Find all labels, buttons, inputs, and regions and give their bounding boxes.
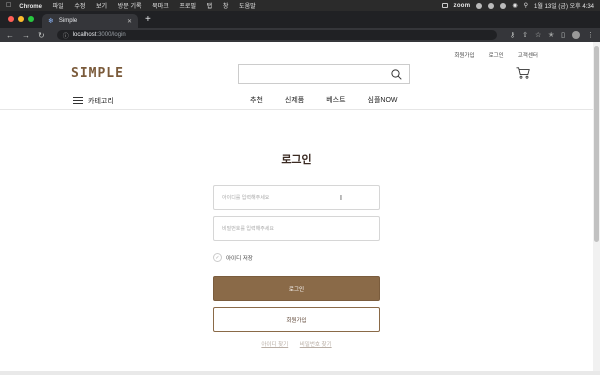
menu-tab[interactable]: 탭 xyxy=(207,4,213,10)
nav-best[interactable]: 베스트 xyxy=(326,95,345,105)
find-links: 아이디 찾기 비밀번호 찾기 xyxy=(0,340,593,348)
info-icon[interactable]: ⓘ xyxy=(63,31,69,40)
extensions-icon[interactable]: ✭ xyxy=(548,31,554,39)
url-path: :3000/login xyxy=(96,32,126,38)
signup-button[interactable]: 회원가입 xyxy=(213,307,380,332)
share-icon[interactable]: ⇧ xyxy=(522,31,528,39)
menu-app-name[interactable]: Chrome xyxy=(19,4,42,10)
nav-simple-now[interactable]: 심플NOW xyxy=(368,95,398,105)
remember-id-checkbox[interactable]: ✓ 아이디 저장 xyxy=(213,253,253,262)
hamburger-icon[interactable] xyxy=(73,95,83,106)
address-bar[interactable]: ⓘ localhost:3000/login xyxy=(56,30,497,40)
window-controls xyxy=(8,16,34,22)
key-icon[interactable]: ⚷ xyxy=(510,31,515,39)
text-cursor-icon: I xyxy=(340,195,342,202)
zoom-status[interactable]: zoom xyxy=(454,3,471,9)
login-button[interactable]: 로그인 xyxy=(213,276,380,301)
wifi-icon[interactable]: ◉ xyxy=(512,2,517,9)
minimize-window-button[interactable] xyxy=(18,16,24,22)
search-icon[interactable]: ⚲ xyxy=(524,2,528,9)
url-host: localhost xyxy=(72,32,97,38)
close-window-button[interactable] xyxy=(8,16,14,22)
nav-recommend[interactable]: 추천 xyxy=(250,95,263,105)
utility-links: 회원가입 로그인 고객센터 xyxy=(454,51,538,59)
toolbar-actions: ⚷ ⇧ ☆ ✭ ▯ ⋮ xyxy=(510,31,594,39)
tab-title: Simple xyxy=(58,18,78,24)
menu-file[interactable]: 파일 xyxy=(53,4,64,10)
find-password-link[interactable]: 비밀번호 찾기 xyxy=(300,342,332,348)
menu-bookmarks[interactable]: 북마크 xyxy=(152,4,169,10)
tab-strip: ❄ Simple ✕ + xyxy=(0,11,600,28)
macos-menu-bar:  Chrome 파일 수정 보기 방문 기록 북마크 프로필 탭 창 도움말 … xyxy=(0,0,600,11)
scrollbar-thumb[interactable] xyxy=(594,46,599,242)
reload-icon[interactable]: ↻ xyxy=(38,31,45,40)
menu-history[interactable]: 방문 기록 xyxy=(118,4,142,10)
close-tab-icon[interactable]: ✕ xyxy=(127,18,132,25)
zoom-window-button[interactable] xyxy=(28,16,34,22)
more-menu-icon[interactable]: ⋮ xyxy=(587,31,594,39)
back-icon[interactable]: ← xyxy=(6,31,14,40)
clock-text[interactable]: 1월 13일 (금) 오후 4:34 xyxy=(534,1,594,10)
window-bottom-edge xyxy=(0,371,600,375)
browser-toolbar: ← → ↻ ⓘ localhost:3000/login ⚷ ⇧ ☆ ✭ ▯ ⋮ xyxy=(0,28,600,42)
page-title: 로그인 xyxy=(281,154,312,166)
sidebar-icon[interactable]: ▯ xyxy=(561,31,565,39)
browser-tab[interactable]: ❄ Simple ✕ xyxy=(42,14,138,28)
screen-icon[interactable] xyxy=(441,3,448,8)
page-scrollbar[interactable] xyxy=(593,42,600,375)
favicon-icon: ❄ xyxy=(48,18,54,25)
password-field[interactable] xyxy=(213,216,380,241)
site-logo[interactable]: SIMPLE xyxy=(71,66,124,81)
status-area: zoom ◉ ⚲ 1월 13일 (금) 오후 4:34 xyxy=(441,1,594,10)
search-icon[interactable] xyxy=(391,69,402,80)
login-link[interactable]: 로그인 xyxy=(489,51,504,59)
cart-icon[interactable] xyxy=(516,67,530,79)
header-divider xyxy=(0,109,593,110)
email-field[interactable] xyxy=(213,185,380,210)
bookmark-star-icon[interactable]: ☆ xyxy=(535,31,541,39)
remember-label: 아이디 저장 xyxy=(226,255,253,262)
forward-icon[interactable]: → xyxy=(22,31,30,40)
new-tab-button[interactable]: + xyxy=(145,14,151,25)
profile-avatar[interactable] xyxy=(572,31,580,39)
menu-edit[interactable]: 수정 xyxy=(74,4,85,10)
status-icon[interactable] xyxy=(476,2,483,9)
menu-window[interactable]: 창 xyxy=(223,4,229,10)
category-menu[interactable]: 카테고리 xyxy=(73,95,114,106)
search-box[interactable] xyxy=(238,64,410,84)
nav-new[interactable]: 신제품 xyxy=(285,95,304,105)
web-page: 회원가입 로그인 고객센터 SIMPLE 카테고리 추천 신제품 베스트 심플N… xyxy=(0,42,593,375)
category-label: 카테고리 xyxy=(88,97,114,105)
customer-center-link[interactable]: 고객센터 xyxy=(518,51,538,59)
apple-icon[interactable]:  xyxy=(6,2,11,9)
status-icon[interactable] xyxy=(500,2,507,9)
status-icon[interactable] xyxy=(488,2,495,9)
find-id-link[interactable]: 아이디 찾기 xyxy=(261,342,288,348)
app-menu: Chrome 파일 수정 보기 방문 기록 북마크 프로필 탭 창 도움말 xyxy=(19,1,264,10)
check-icon[interactable]: ✓ xyxy=(213,253,222,262)
main-nav: 추천 신제품 베스트 심플NOW xyxy=(250,95,398,105)
menu-help[interactable]: 도움말 xyxy=(239,4,256,10)
menu-profile[interactable]: 프로필 xyxy=(179,4,196,10)
signup-link[interactable]: 회원가입 xyxy=(454,51,474,59)
menu-view[interactable]: 보기 xyxy=(96,4,107,10)
